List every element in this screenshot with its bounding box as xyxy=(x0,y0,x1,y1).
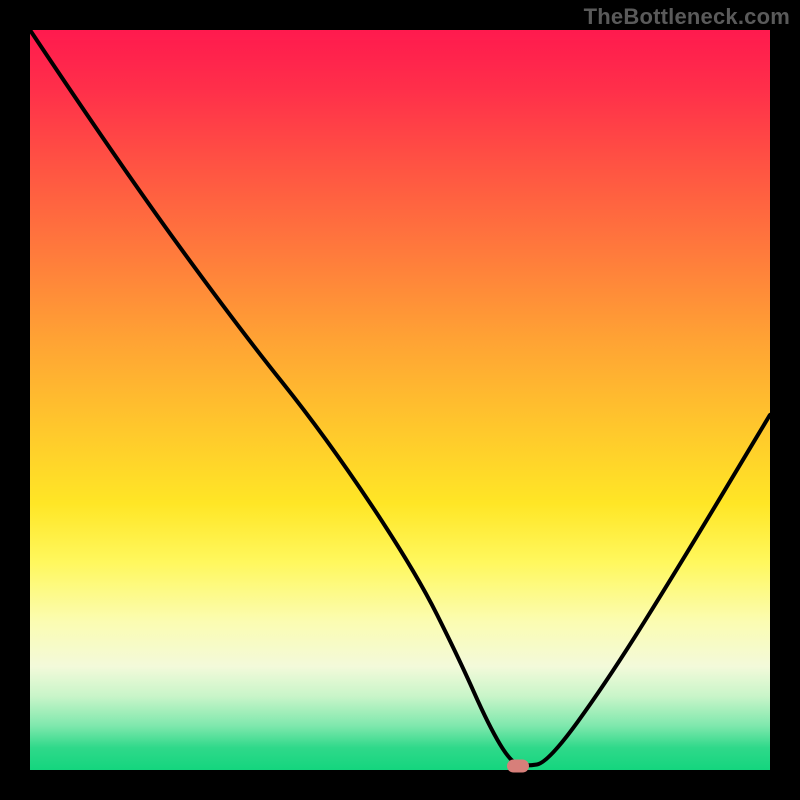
curve-path xyxy=(30,30,770,765)
watermark-text: TheBottleneck.com xyxy=(584,4,790,30)
optimal-marker xyxy=(507,760,529,773)
plot-area xyxy=(30,30,770,770)
chart-frame: TheBottleneck.com xyxy=(0,0,800,800)
bottleneck-curve xyxy=(30,30,770,770)
